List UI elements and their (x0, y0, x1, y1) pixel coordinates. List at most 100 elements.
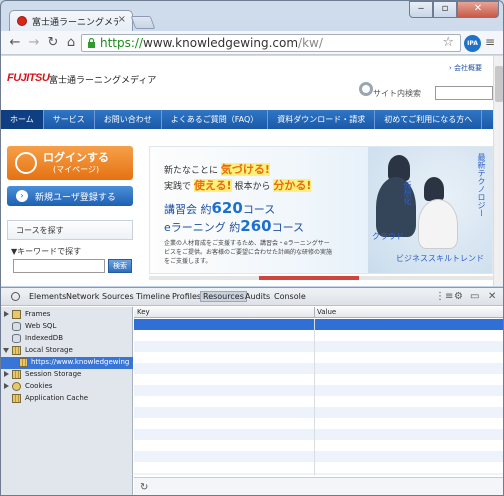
column-key[interactable]: Key (137, 308, 150, 316)
devtools-tabbar: Elements Network Sources Timeline Profil… (1, 288, 503, 306)
minimize-button[interactable]: ‒ (409, 1, 433, 18)
database-icon (12, 322, 21, 331)
back-icon[interactable]: ← (7, 35, 23, 51)
banner-elearning-count: eラーニング 約260コース (164, 217, 305, 235)
grid-icon (19, 358, 28, 367)
course-search-header: コースを探す (7, 220, 133, 240)
banner-description: 企業の人材育成をご支援するため、講習会・eラーニングサービスをご提供。お客様のご… (164, 240, 333, 265)
main-nav: ホーム サービス お問い合わせ よくあるご質問（FAQ） 資料ダウンロード・請求… (1, 110, 493, 129)
forward-icon[interactable]: → (26, 35, 42, 51)
banner-tag-technology: 最新テクノロジー (477, 153, 486, 217)
cookie-icon (12, 382, 21, 391)
grid-icon (12, 346, 21, 355)
tree-indexeddb[interactable]: IndexedDB (1, 333, 133, 345)
tree-session-storage[interactable]: Session Storage (1, 369, 133, 381)
keyword-input[interactable] (13, 259, 105, 273)
column-value[interactable]: Value (317, 308, 336, 316)
fujitsu-logo[interactable]: FUJITSU (7, 72, 50, 84)
tab-profiles[interactable]: Profiles (172, 292, 201, 301)
browser-window: 富士通ラーニングメディア × ‒ ▫ ✕ ← → ↻ ⌂ https://www… (0, 0, 504, 496)
browser-toolbar: ← → ↻ ⌂ https://www.knowledgewing.com/kw… (1, 31, 503, 55)
login-button[interactable]: ログインする (マイページ) (7, 146, 133, 180)
url-text: https://www.knowledgewing.com/kw/ (100, 36, 323, 50)
storage-table: Key Value ↻ (134, 307, 503, 495)
search-icon (359, 82, 373, 96)
column-divider[interactable] (314, 319, 315, 475)
course-search-label: コースを探す (16, 226, 64, 235)
resources-sidebar: Frames Web SQL IndexedDB Local Storage h… (1, 307, 133, 495)
promo-banner[interactable]: 新たなことに 気づける! 実践で 使える! 根本から 分かる! 講習会 約620… (149, 146, 493, 274)
console-drawer-icon[interactable]: ⋮≡ (435, 291, 453, 302)
nav-first-time[interactable]: 初めてご利用になる方へ (375, 110, 483, 129)
nav-services[interactable]: サービス (44, 110, 95, 129)
reload-icon[interactable]: ↻ (45, 35, 61, 51)
tab-elements[interactable]: Elements (29, 292, 66, 301)
banner-tag-cloud: クラウド (372, 232, 404, 241)
banner-tag-business: ビジネススキルトレンド (396, 254, 484, 263)
login-icon (15, 152, 37, 174)
tab-sources[interactable]: Sources (102, 292, 134, 301)
corporate-info-link[interactable]: › 会社概要 (449, 63, 482, 73)
login-label: ログインする (43, 151, 109, 164)
tab-network[interactable]: Network (66, 292, 99, 301)
refresh-icon[interactable]: ↻ (140, 482, 148, 493)
gear-icon[interactable]: ⚙ (454, 291, 463, 302)
title-bar: 富士通ラーニングメディア × ‒ ▫ ✕ (1, 1, 503, 31)
site-name: 富士通ラーニングメディア (49, 76, 157, 86)
home-icon[interactable]: ⌂ (63, 35, 79, 51)
browser-tab[interactable]: 富士通ラーニングメディア × (9, 10, 133, 31)
tree-websql[interactable]: Web SQL (1, 321, 133, 333)
site-search-label: サイト内検索 (373, 89, 421, 98)
window-controls: ‒ ▫ ✕ (409, 1, 499, 19)
table-header: Key Value (134, 307, 503, 318)
tree-cookies[interactable]: Cookies (1, 381, 133, 393)
tab-title: 富士通ラーニングメディア (32, 18, 118, 28)
dock-icon[interactable]: ▭ (470, 291, 479, 302)
arrow-right-icon: › (16, 190, 28, 202)
tab-console[interactable]: Console (274, 292, 306, 301)
site-search-input[interactable] (435, 86, 493, 100)
tab-timeline[interactable]: Timeline (136, 292, 170, 301)
grid-icon (12, 394, 21, 403)
table-body[interactable] (134, 330, 503, 475)
register-label: 新規ユーザ登録する (35, 193, 116, 203)
devtools-panel: Elements Network Sources Timeline Profil… (1, 287, 503, 495)
favicon-icon (17, 16, 27, 26)
banner-tag-virtualization: 仮想化 (403, 181, 412, 205)
tree-application-cache[interactable]: Application Cache (1, 393, 133, 405)
banner-line-1: 新たなことに 気づける! (164, 163, 270, 176)
login-sublabel: (マイページ) (53, 165, 100, 174)
nav-home[interactable]: ホーム (1, 110, 44, 129)
tree-local-storage-origin[interactable]: https://www.knowledgewing.com (1, 357, 133, 369)
tab-close-icon[interactable]: × (118, 14, 126, 25)
address-bar[interactable]: https://www.knowledgewing.com/kw/ ☆ (81, 34, 461, 52)
tab-resources[interactable]: Resources (200, 291, 247, 302)
keyword-search-button[interactable]: 検索 (108, 259, 132, 273)
tree-local-storage[interactable]: Local Storage (1, 345, 133, 357)
banner-course-count: 講習会 約620コース (164, 199, 276, 217)
banner-line-2: 実践で 使える! 根本から 分かる! (164, 179, 312, 192)
page-scrollbar[interactable] (493, 56, 503, 286)
close-devtools-icon[interactable]: ✕ (488, 291, 496, 302)
maximize-button[interactable]: ▫ (433, 1, 457, 18)
wrench-menu-icon[interactable]: ≡ (485, 35, 499, 51)
new-tab-button[interactable] (130, 16, 156, 29)
bookmark-star-icon[interactable]: ☆ (442, 35, 454, 50)
nav-downloads[interactable]: 資料ダウンロード・請求 (268, 110, 376, 129)
close-window-button[interactable]: ✕ (457, 1, 499, 18)
register-button[interactable]: › 新規ユーザ登録する (7, 186, 133, 206)
table-row[interactable] (134, 319, 503, 330)
inspect-icon[interactable] (11, 292, 20, 301)
nav-contact[interactable]: お問い合わせ (95, 110, 162, 129)
banner-indicator[interactable] (149, 276, 493, 280)
lock-icon (88, 38, 95, 48)
extension-icon[interactable]: IPA (464, 35, 481, 52)
grid-icon (12, 370, 21, 379)
keyword-search-label: ▼キーワードで探す (11, 247, 82, 256)
table-footer: ↻ (134, 477, 503, 495)
page-viewport: › 会社概要 FUJITSU 富士通ラーニングメディア サイト内検索 ホーム サ… (1, 56, 503, 286)
folder-icon (12, 310, 21, 319)
nav-faq[interactable]: よくあるご質問（FAQ） (162, 110, 269, 129)
tab-audits[interactable]: Audits (245, 292, 270, 301)
tree-frames[interactable]: Frames (1, 309, 133, 321)
